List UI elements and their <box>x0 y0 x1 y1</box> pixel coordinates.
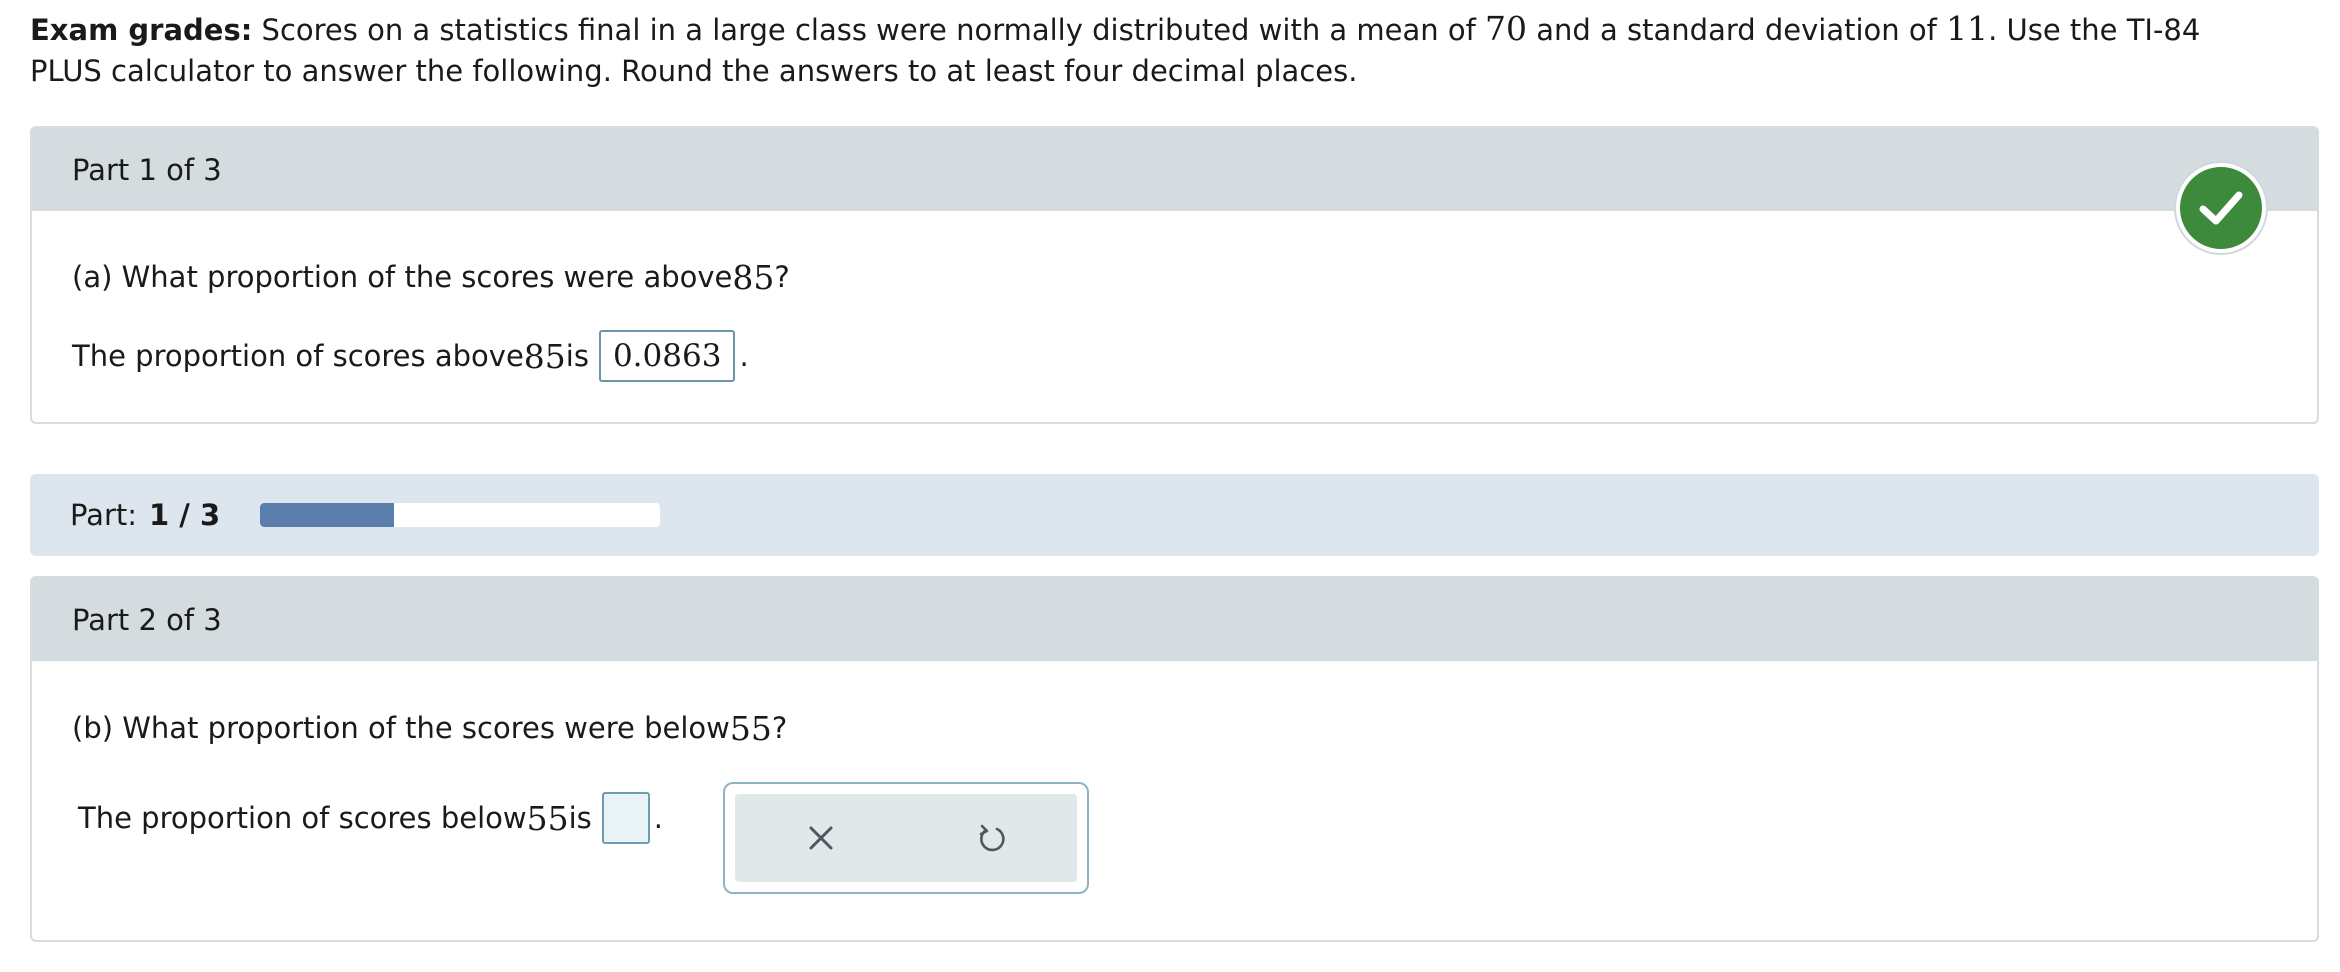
part1-header-label: Part 1 of 3 <box>72 152 222 187</box>
part1-question-value: 85 <box>732 257 775 297</box>
problem-title: Exam grades: <box>30 13 253 47</box>
intro-text-1: Scores on a statistics final in a large … <box>252 13 1486 47</box>
part1-question-suffix: ? <box>774 260 790 294</box>
correct-badge <box>2176 163 2266 253</box>
mean-value: 70 <box>1485 9 1528 48</box>
part2-card: Part 2 of 3 (b) What proportion of the s… <box>30 576 2319 942</box>
progress-bar-fill <box>260 503 394 527</box>
part1-answer-num: 85 <box>523 336 566 376</box>
part1-question-text: (a) What proportion of the scores were a… <box>72 260 733 294</box>
part1-answer-mid: is <box>565 339 589 373</box>
progress-bar <box>260 503 661 527</box>
answer-toolbar-inner <box>735 794 1077 882</box>
part1-header: Part 1 of 3 <box>32 128 2317 211</box>
part2-answer-field[interactable] <box>601 792 650 844</box>
answer-toolbar <box>723 782 1089 894</box>
part1-answer-text: The proportion of scores above <box>72 339 524 373</box>
progress-value: 1 / 3 <box>149 498 221 532</box>
part2-answer-mid: is <box>568 801 592 835</box>
part1-answer-field[interactable]: 0.0863 <box>598 330 736 382</box>
part2-question: (b) What proportion of the scores were b… <box>72 706 787 750</box>
part2-header-label: Part 2 of 3 <box>72 602 222 637</box>
undo-button[interactable] <box>962 808 1022 868</box>
part1-question: (a) What proportion of the scores were a… <box>72 255 790 299</box>
part-progress: Part: 1 / 3 <box>30 474 2319 556</box>
part1-answer-suffix: . <box>739 339 749 373</box>
part2-answer-line: The proportion of scores below 55 is. <box>78 790 663 846</box>
part2-question-value: 55 <box>729 708 772 748</box>
problem-intro: Exam grades: Scores on a statistics fina… <box>30 8 2270 92</box>
undo-icon <box>979 824 1005 852</box>
part2-header: Part 2 of 3 <box>32 578 2317 661</box>
sd-value: 11 <box>1946 9 1989 48</box>
intro-text-2: and a standard deviation of <box>1527 13 1947 47</box>
checkmark-icon <box>2199 191 2243 225</box>
part2-answer-text: The proportion of scores below <box>78 801 527 835</box>
part1-answer-line: The proportion of scores above 85 is 0.08… <box>72 328 749 384</box>
progress-label: Part: <box>70 498 138 532</box>
part2-answer-num: 55 <box>526 798 569 838</box>
close-icon <box>809 826 832 850</box>
clear-button[interactable] <box>791 808 851 868</box>
part2-answer-suffix: . <box>653 801 664 835</box>
part2-question-suffix: ? <box>771 711 788 745</box>
part1-card: Part 1 of 3 (a) What proportion of the s… <box>30 126 2319 424</box>
part2-question-text: (b) What proportion of the scores were b… <box>72 711 730 745</box>
